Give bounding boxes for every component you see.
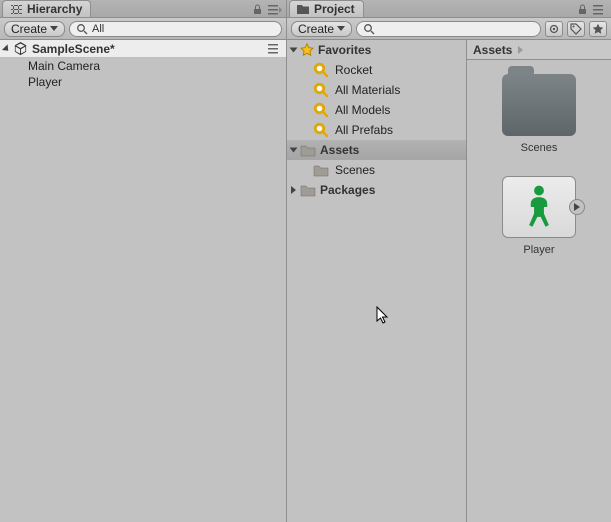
asset-label: Player: [523, 244, 554, 256]
star-icon: [300, 43, 314, 57]
hierarchy-create-button[interactable]: Create: [4, 21, 65, 37]
folder-icon: [296, 2, 310, 16]
project-tab[interactable]: Project: [289, 0, 364, 17]
open-prefab-icon[interactable]: [569, 199, 585, 215]
breadcrumb[interactable]: Assets: [467, 40, 611, 60]
favorite-label: All Prefabs: [335, 123, 393, 137]
panel-menu-icon[interactable]: [593, 2, 607, 16]
foldout-icon[interactable]: [290, 148, 298, 153]
gameobject-label: Player: [28, 75, 62, 89]
project-tree: Favorites Rocket All Materials All Model…: [287, 40, 467, 522]
panel-menu-icon[interactable]: [268, 2, 282, 16]
hierarchy-tab[interactable]: Hierarchy: [2, 0, 91, 17]
folder-icon: [313, 163, 329, 177]
search-favorite-icon: [313, 102, 329, 118]
assets-header[interactable]: Assets: [287, 140, 466, 160]
hierarchy-tab-label: Hierarchy: [27, 2, 82, 16]
asset-label: Scenes: [521, 142, 558, 154]
foldout-icon[interactable]: [290, 48, 298, 53]
favorite-item[interactable]: All Prefabs: [287, 120, 466, 140]
scene-header[interactable]: SampleScene*: [0, 40, 286, 58]
create-label: Create: [298, 22, 334, 36]
foldout-icon[interactable]: [291, 186, 296, 194]
favorite-label: Rocket: [335, 63, 372, 77]
folder-icon: [300, 143, 316, 157]
gameobject-label: Main Camera: [28, 59, 100, 73]
create-label: Create: [11, 22, 47, 36]
packages-label: Packages: [320, 183, 375, 197]
search-favorite-icon: [313, 122, 329, 138]
breadcrumb-label: Assets: [473, 43, 512, 57]
scene-name-label: SampleScene*: [32, 42, 115, 56]
filter-by-label-button[interactable]: [567, 21, 585, 37]
project-tabbar: Project: [287, 0, 611, 18]
favorites-label: Favorites: [318, 43, 371, 57]
hierarchy-search[interactable]: [69, 21, 282, 37]
prefab-thumb-icon: [502, 176, 576, 238]
folder-thumb-icon: [502, 74, 576, 136]
hierarchy-icon: [9, 2, 23, 16]
project-search-input[interactable]: [379, 23, 534, 35]
hierarchy-panel: Hierarchy Create: [0, 0, 287, 522]
foldout-icon[interactable]: [2, 44, 11, 53]
search-favorite-icon: [313, 82, 329, 98]
project-panel: Project Create: [287, 0, 611, 522]
save-search-button[interactable]: [589, 21, 607, 37]
project-tab-label: Project: [314, 2, 355, 16]
filter-by-type-button[interactable]: [545, 21, 563, 37]
project-grid: Scenes Player: [467, 60, 611, 522]
hierarchy-search-input[interactable]: [92, 23, 275, 35]
favorites-header[interactable]: Favorites: [287, 40, 466, 60]
project-search[interactable]: [356, 21, 541, 37]
gameobject-row[interactable]: Main Camera: [0, 58, 286, 74]
scene-menu-icon[interactable]: [268, 42, 282, 56]
hierarchy-tabbar: Hierarchy: [0, 0, 286, 18]
unity-logo-icon: [13, 41, 28, 56]
search-icon: [363, 23, 375, 35]
lock-icon[interactable]: [250, 2, 264, 16]
project-create-button[interactable]: Create: [291, 21, 352, 37]
favorite-item[interactable]: Rocket: [287, 60, 466, 80]
chevron-right-icon: [518, 46, 523, 54]
tree-folder-item[interactable]: Scenes: [287, 160, 466, 180]
assets-label: Assets: [320, 143, 359, 157]
lock-icon[interactable]: [575, 2, 589, 16]
search-icon: [76, 23, 88, 35]
asset-folder-tile[interactable]: Scenes: [502, 74, 576, 154]
favorite-label: All Materials: [335, 83, 400, 97]
packages-header[interactable]: Packages: [287, 180, 466, 200]
tree-item-label: Scenes: [335, 163, 375, 177]
search-favorite-icon: [313, 62, 329, 78]
hierarchy-toolbar: Create: [0, 18, 286, 40]
gameobject-row[interactable]: Player: [0, 74, 286, 90]
asset-prefab-tile[interactable]: Player: [502, 176, 576, 256]
folder-icon: [300, 183, 316, 197]
favorite-label: All Models: [335, 103, 390, 117]
favorite-item[interactable]: All Models: [287, 100, 466, 120]
hierarchy-body: SampleScene* Main Camera Player: [0, 40, 286, 522]
project-toolbar: Create: [287, 18, 611, 40]
favorite-item[interactable]: All Materials: [287, 80, 466, 100]
